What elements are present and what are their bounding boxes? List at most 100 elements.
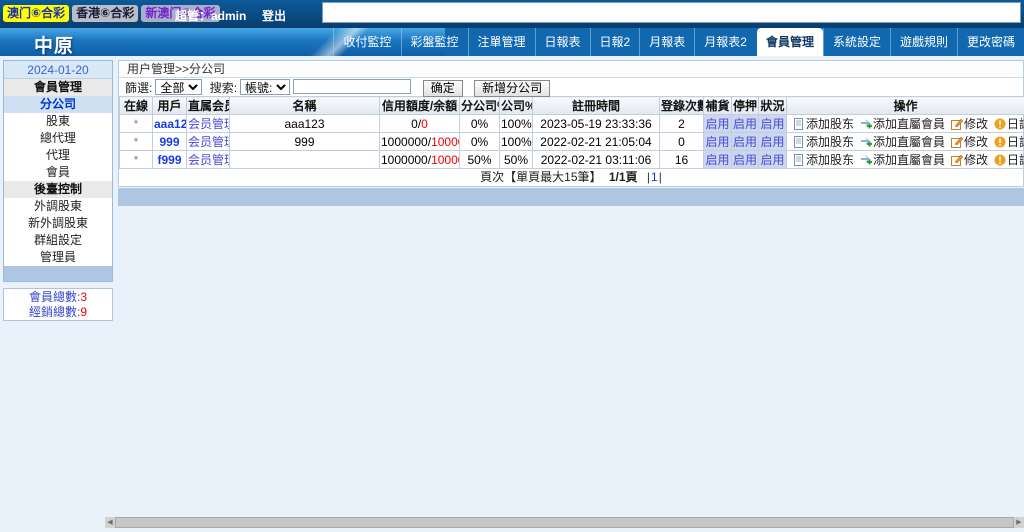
cell-online: * bbox=[120, 151, 153, 169]
cell-direct-member: 会员管理 bbox=[187, 133, 230, 151]
cell-actions: 添加股东添加直屬會員修改日誌子賬號 bbox=[787, 151, 1024, 169]
action-link[interactable]: 添加直屬會員 bbox=[860, 135, 945, 149]
game-button[interactable]: 香港⑥合彩 bbox=[72, 5, 138, 22]
dealer-total-label: 經銷總數: bbox=[29, 305, 80, 319]
nav-tab[interactable]: 遊戲規則 bbox=[890, 28, 957, 56]
cell-actions: 添加股东添加直屬會員修改日誌子賬號 bbox=[787, 133, 1024, 151]
sidebar-item: 會員管理 bbox=[4, 79, 112, 96]
table-header-row: 在線用戶直属会员名稱信用額度/余額分公司%公司%註冊時間登錄次數補貨停押狀況操作 bbox=[120, 97, 1024, 115]
search-type-select[interactable]: 帳號: bbox=[240, 79, 290, 95]
action-link[interactable]: 修改 bbox=[951, 135, 988, 149]
confirm-button[interactable]: 确定 bbox=[423, 80, 463, 97]
add-branch-button[interactable]: 新增分公司 bbox=[474, 80, 550, 97]
action-link[interactable]: 修改 bbox=[951, 153, 988, 167]
logout-link[interactable]: 登出 bbox=[262, 7, 286, 24]
cell-stop-bet: 启用 bbox=[732, 115, 759, 133]
direct-member-link[interactable]: 会员管理 bbox=[188, 135, 230, 149]
cell-name: 999 bbox=[230, 133, 380, 151]
column-header: 註冊時間 bbox=[533, 97, 660, 115]
stop-bet-toggle[interactable]: 启用 bbox=[733, 153, 757, 167]
scroll-left-arrow-icon[interactable]: ◀ bbox=[105, 517, 115, 528]
nav-tab[interactable]: 更改密碼 bbox=[957, 28, 1024, 56]
search-input[interactable] bbox=[293, 79, 411, 94]
filter-select[interactable]: 全部 bbox=[155, 79, 202, 95]
cell-user: 999 bbox=[153, 133, 187, 151]
add-direct-member-icon bbox=[860, 136, 872, 148]
nav-tab[interactable]: 會員管理 bbox=[757, 28, 823, 56]
game-button[interactable]: 澳门⑥合彩 bbox=[3, 5, 69, 22]
cell-restock: 启用 bbox=[704, 151, 732, 169]
column-header: 停押 bbox=[732, 97, 759, 115]
sidebar-item[interactable]: 群組設定 bbox=[4, 232, 112, 249]
cell-company-pct: 50% bbox=[500, 151, 533, 169]
cell-online: * bbox=[120, 115, 153, 133]
sidebar-item[interactable]: 管理員 bbox=[4, 249, 112, 266]
log-icon bbox=[994, 118, 1006, 130]
stop-bet-toggle[interactable]: 启用 bbox=[733, 117, 757, 131]
direct-member-link[interactable]: 会员管理 bbox=[188, 153, 230, 167]
action-link[interactable]: 添加股东 bbox=[793, 135, 854, 149]
cell-online: * bbox=[120, 133, 153, 151]
action-link[interactable]: 添加股东 bbox=[793, 117, 854, 131]
action-link[interactable]: 添加股东 bbox=[793, 153, 854, 167]
cell-credit-balance: 1000000/100000 bbox=[380, 133, 460, 151]
cell-direct-member: 会员管理 bbox=[187, 151, 230, 169]
add-shareholder-icon bbox=[793, 136, 805, 148]
nav-tab[interactable]: 收付監控 bbox=[333, 28, 400, 56]
nav-tab[interactable]: 月報表 bbox=[639, 28, 694, 56]
menu-items: 會員管理分公司股東總代理代理會員後臺控制外調股東新外調股東群組設定管理員 bbox=[4, 79, 112, 266]
action-link[interactable]: 添加直屬會員 bbox=[860, 153, 945, 167]
column-header: 直属会员 bbox=[187, 97, 230, 115]
nav-tab[interactable]: 日報2 bbox=[590, 28, 640, 56]
action-link[interactable]: 日誌 bbox=[994, 117, 1024, 131]
pagination-page-link[interactable]: 1 bbox=[651, 170, 658, 184]
sidebar-item[interactable]: 總代理 bbox=[4, 130, 112, 147]
sidebar-item[interactable]: 代理 bbox=[4, 147, 112, 164]
sidebar-stats: 會員總數:3 經銷總數:9 bbox=[3, 288, 113, 321]
direct-member-link[interactable]: 会员管理 bbox=[188, 117, 230, 131]
user-link[interactable]: f999 bbox=[157, 153, 181, 167]
sidebar-item[interactable]: 分公司 bbox=[4, 96, 112, 113]
edit-icon bbox=[951, 118, 963, 130]
nav-tab[interactable]: 日報表 bbox=[535, 28, 590, 56]
status-toggle[interactable]: 启用 bbox=[760, 153, 784, 167]
nav-tab[interactable]: 系統設定 bbox=[823, 28, 890, 56]
column-header: 狀況 bbox=[759, 97, 787, 115]
sidebar-item[interactable]: 會員 bbox=[4, 164, 112, 181]
cell-reg-time: 2022-02-21 03:11:06 bbox=[533, 151, 660, 169]
column-header: 分公司% bbox=[460, 97, 500, 115]
sidebar-item[interactable]: 股東 bbox=[4, 113, 112, 130]
nav-tab[interactable]: 彩盤監控 bbox=[401, 28, 468, 56]
sidebar-item[interactable]: 外調股東 bbox=[4, 198, 112, 215]
search-label: 搜索: bbox=[210, 81, 237, 95]
restock-toggle[interactable]: 启用 bbox=[705, 117, 729, 131]
column-header: 操作 bbox=[787, 97, 1024, 115]
action-link[interactable]: 日誌 bbox=[994, 135, 1024, 149]
main-content: 用户管理>>分公司 篩選:全部 搜索:帳號: 确定 新增分公司 在線用戶直属会员… bbox=[118, 60, 1024, 206]
log-icon bbox=[994, 136, 1006, 148]
restock-toggle[interactable]: 启用 bbox=[705, 153, 729, 167]
status-toggle[interactable]: 启用 bbox=[760, 117, 784, 131]
action-link[interactable]: 添加直屬會員 bbox=[860, 117, 945, 131]
action-link[interactable]: 日誌 bbox=[994, 153, 1024, 167]
member-total-value: 3 bbox=[80, 290, 87, 304]
stop-bet-toggle[interactable]: 启用 bbox=[733, 135, 757, 149]
add-direct-member-icon bbox=[860, 154, 872, 166]
member-total-label: 會員總數: bbox=[29, 290, 80, 304]
nav-tab[interactable]: 月報表2 bbox=[694, 28, 756, 56]
filter-label: 篩選: bbox=[125, 81, 152, 95]
scroll-right-arrow-icon[interactable]: ▶ bbox=[1014, 517, 1024, 528]
status-toggle[interactable]: 启用 bbox=[760, 135, 784, 149]
sidebar-item: 後臺控制 bbox=[4, 181, 112, 198]
nav-tab[interactable]: 注單管理 bbox=[468, 28, 535, 56]
scrollbar-thumb[interactable] bbox=[115, 517, 1014, 528]
cell-status: 启用 bbox=[759, 115, 787, 133]
nav-bar: 中原 收付監控彩盤監控注單管理日報表日報2月報表月報表2會員管理系統設定遊戲規則… bbox=[0, 28, 1024, 56]
user-link[interactable]: aaa123 bbox=[154, 117, 187, 131]
admin-label: 超管：admin bbox=[175, 7, 246, 24]
user-link[interactable]: 999 bbox=[159, 135, 179, 149]
horizontal-scrollbar[interactable]: ◀ ▶ bbox=[105, 517, 1024, 528]
restock-toggle[interactable]: 启用 bbox=[705, 135, 729, 149]
sidebar-item[interactable]: 新外調股東 bbox=[4, 215, 112, 232]
action-link[interactable]: 修改 bbox=[951, 117, 988, 131]
